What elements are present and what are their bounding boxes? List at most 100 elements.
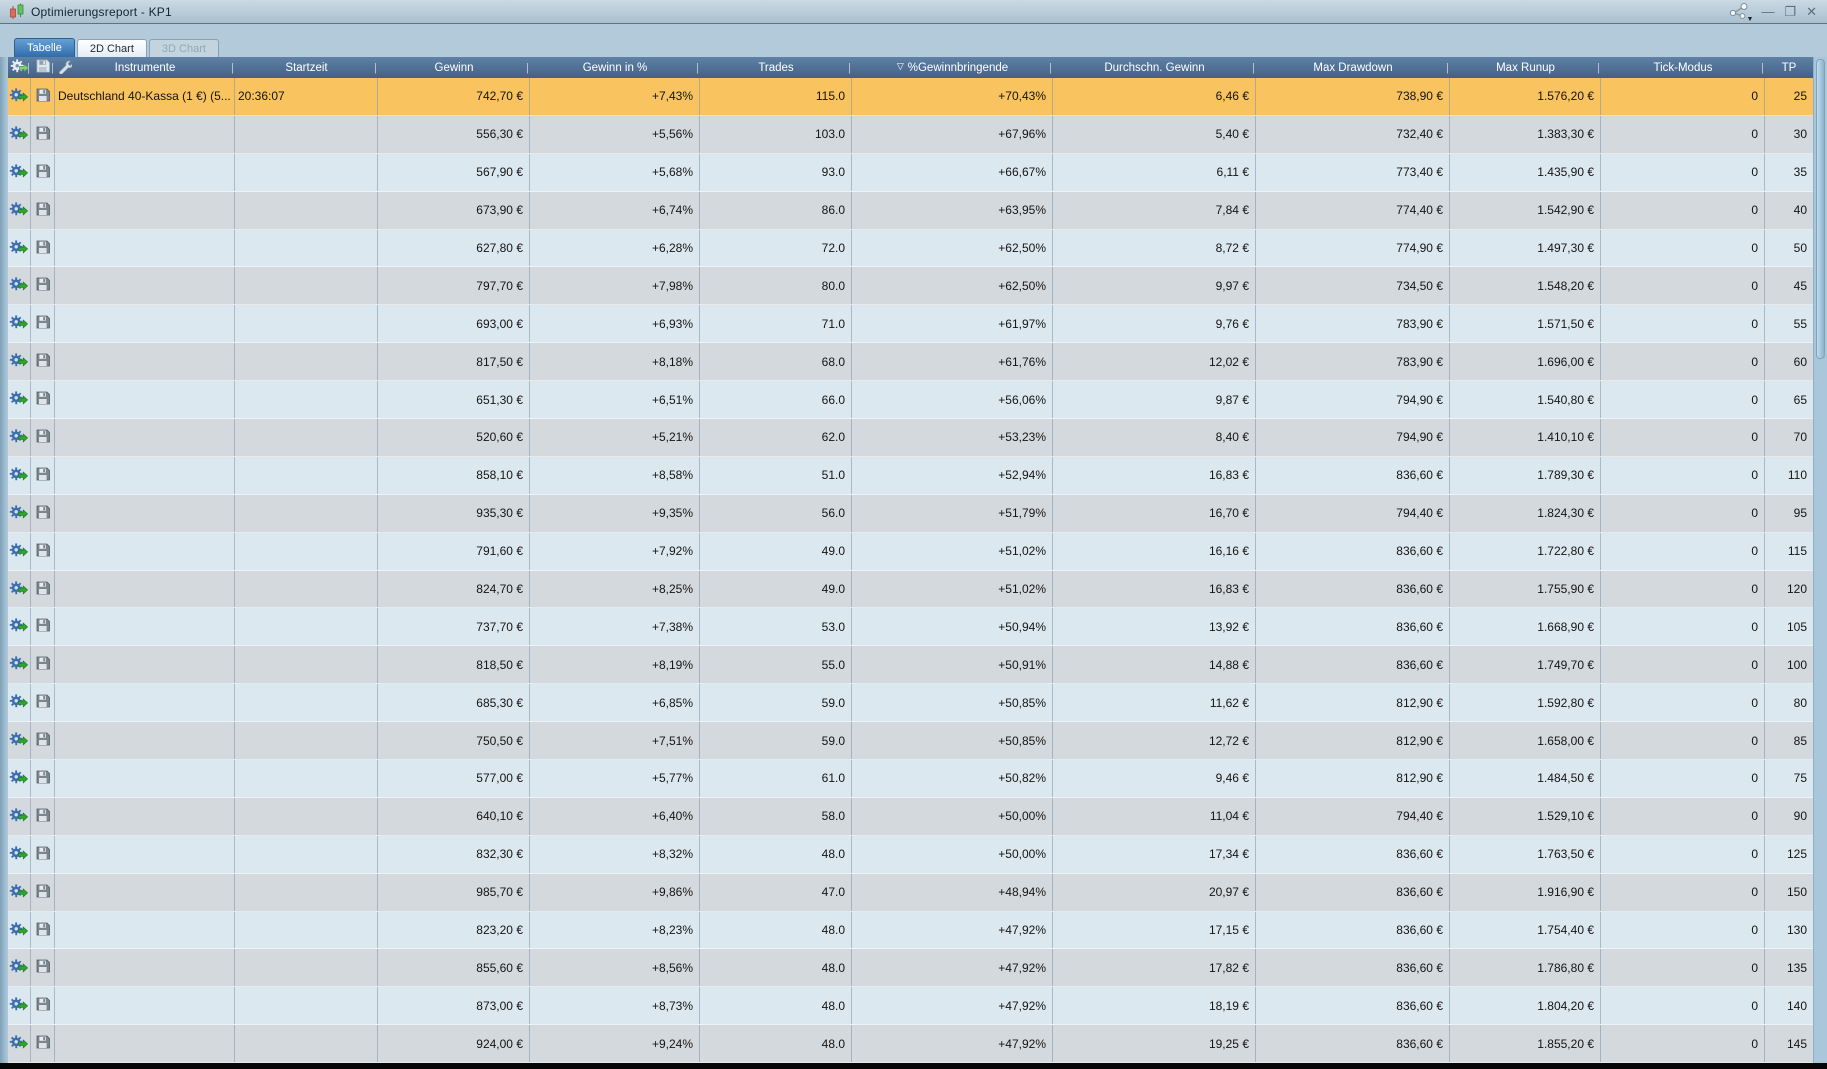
table-row[interactable]: 673,90 € +6,74% 86.0 +63,95% 7,84 €774,40 €1… [8, 191, 1813, 230]
table-row[interactable]: 651,30 € +6,51% 66.0 +56,06% 9,87 €794,90 €1… [8, 381, 1813, 420]
row-run-button[interactable] [8, 78, 31, 115]
row-run-button[interactable] [8, 722, 31, 760]
row-run-button[interactable] [8, 305, 31, 343]
row-run-button[interactable] [8, 153, 31, 191]
tab-tabelle[interactable]: Tabelle [14, 38, 75, 57]
table-row[interactable]: 797,70 € +7,98% 80.0 +62,50% 9,97 €734,50 €1… [8, 267, 1813, 306]
row-save-button[interactable] [31, 267, 55, 305]
column-header-trades[interactable]: Trades | [700, 57, 852, 78]
row-run-button[interactable] [8, 267, 31, 305]
table-row[interactable]: 823,20 € +8,23% 48.0 +47,92% 17,15 €836,60 €… [8, 911, 1813, 950]
table-row[interactable]: Deutschland 40-Kassa (1 €) (5... 20:36:07… [8, 78, 1813, 116]
tab-3d-chart[interactable]: 3D Chart [148, 39, 219, 57]
table-row[interactable]: 924,00 € +9,24% 48.0 +47,92% 19,25 €836,60 €… [8, 1025, 1813, 1064]
scrollbar-thumb[interactable] [1816, 59, 1825, 359]
row-run-button[interactable] [8, 419, 31, 456]
row-save-button[interactable] [31, 684, 55, 722]
row-run-button[interactable] [8, 456, 31, 494]
table-row[interactable]: 791,60 € +7,92% 49.0 +51,02% 16,16 €836,60 €… [8, 532, 1813, 571]
table-row[interactable]: 737,70 € +7,38% 53.0 +50,94% 13,92 €836,60 €… [8, 608, 1813, 647]
row-run-button[interactable] [8, 797, 31, 835]
row-save-button[interactable] [31, 381, 55, 419]
gear-run-button[interactable]: | [8, 57, 31, 78]
column-header-durchschn_gewinn[interactable]: Durchschn. Gewinn | [1053, 57, 1256, 78]
row-save-button[interactable] [31, 115, 55, 153]
column-header-gewinn[interactable]: Gewinn | [378, 57, 530, 78]
row-save-button[interactable] [31, 987, 55, 1025]
row-save-button[interactable] [31, 191, 55, 229]
row-save-button[interactable] [31, 494, 55, 532]
row-save-button[interactable] [31, 873, 55, 911]
row-save-button[interactable] [31, 911, 55, 949]
row-run-button[interactable] [8, 608, 31, 646]
table-row[interactable]: 640,10 € +6,40% 58.0 +50,00% 11,04 €794,40 €… [8, 797, 1813, 836]
row-save-button[interactable] [31, 608, 55, 646]
title-bar[interactable]: Optimierungsreport - KP1 ▼ — ❐ ✕ [0, 0, 1827, 24]
row-run-button[interactable] [8, 1025, 31, 1063]
row-save-button[interactable] [31, 949, 55, 987]
row-run-button[interactable] [8, 115, 31, 153]
row-save-button[interactable] [31, 419, 55, 456]
table-row[interactable]: 567,90 € +5,68% 93.0 +66,67% 6,11 €773,40 €1… [8, 153, 1813, 192]
table-row[interactable]: 873,00 € +8,73% 48.0 +47,92% 18,19 €836,60 €… [8, 987, 1813, 1026]
row-save-button[interactable] [31, 305, 55, 343]
minimize-button[interactable]: — [1761, 5, 1774, 18]
table-row[interactable]: 577,00 € +5,77% 61.0 +50,82% 9,46 €812,90 €1… [8, 760, 1813, 798]
row-save-button[interactable] [31, 532, 55, 570]
table-row[interactable]: 824,70 € +8,25% 49.0 +51,02% 16,83 €836,60 €… [8, 570, 1813, 609]
row-run-button[interactable] [8, 873, 31, 911]
close-button[interactable]: ✕ [1806, 5, 1817, 18]
row-save-button[interactable] [31, 797, 55, 835]
row-run-button[interactable] [8, 494, 31, 532]
row-save-button[interactable] [31, 153, 55, 191]
row-save-button[interactable] [31, 456, 55, 494]
row-save-button[interactable] [31, 78, 55, 115]
table-row[interactable]: 858,10 € +8,58% 51.0 +52,94% 16,83 €836,60 €… [8, 456, 1813, 495]
row-run-button[interactable] [8, 684, 31, 722]
row-run-button[interactable] [8, 949, 31, 987]
tab-2d-chart[interactable]: 2D Chart [76, 39, 147, 57]
row-save-button[interactable] [31, 1025, 55, 1063]
table-row[interactable]: 627,80 € +6,28% 72.0 +62,50% 8,72 €774,90 €1… [8, 229, 1813, 268]
row-run-button[interactable] [8, 381, 31, 419]
row-run-button[interactable] [8, 191, 31, 229]
column-header-max_runup[interactable]: Max Runup | [1450, 57, 1601, 78]
table-row[interactable]: 685,30 € +6,85% 59.0 +50,85% 11,62 €812,90 €… [8, 684, 1813, 723]
row-run-button[interactable] [8, 760, 31, 797]
column-header-startzeit[interactable]: Startzeit | [235, 57, 378, 78]
table-row[interactable]: 818,50 € +8,19% 55.0 +50,91% 14,88 €836,60 €… [8, 646, 1813, 685]
table-row[interactable]: 556,30 € +5,56% 103.0 +67,96% 5,40 €732,40 €… [8, 115, 1813, 154]
table-row[interactable]: 520,60 € +5,21% 62.0 +53,23% 8,40 €794,90 €1… [8, 419, 1813, 457]
save-button[interactable]: | [31, 57, 55, 78]
row-save-button[interactable] [31, 229, 55, 267]
row-save-button[interactable] [31, 343, 55, 381]
table-row[interactable]: 750,50 € +7,51% 59.0 +50,85% 12,72 €812,90 €… [8, 722, 1813, 761]
table-row[interactable]: 693,00 € +6,93% 71.0 +61,97% 9,76 €783,90 €1… [8, 305, 1813, 344]
table-row[interactable]: 832,30 € +8,32% 48.0 +50,00% 17,34 €836,60 €… [8, 835, 1813, 874]
row-run-button[interactable] [8, 646, 31, 684]
table-row[interactable]: 817,50 € +8,18% 68.0 +61,76% 12,02 €783,90 €… [8, 343, 1813, 382]
row-run-button[interactable] [8, 229, 31, 267]
row-run-button[interactable] [8, 987, 31, 1025]
row-run-button[interactable] [8, 835, 31, 873]
share-link-button[interactable]: ▼ [1727, 2, 1753, 23]
column-header-gewinnbringende_pct[interactable]: ▽ %Gewinnbringende | [852, 57, 1053, 78]
column-header-max_drawdown[interactable]: Max Drawdown | [1256, 57, 1450, 78]
row-run-button[interactable] [8, 343, 31, 381]
column-header-gewinn_in_pct[interactable]: Gewinn in % | [530, 57, 700, 78]
table-row[interactable]: 855,60 € +8,56% 48.0 +47,92% 17,82 €836,60 €… [8, 949, 1813, 988]
row-save-button[interactable] [31, 835, 55, 873]
table-row[interactable]: 985,70 € +9,86% 47.0 +48,94% 20,97 €836,60 €… [8, 873, 1813, 912]
table-row[interactable]: 935,30 € +9,35% 56.0 +51,79% 16,70 €794,40 €… [8, 494, 1813, 533]
row-save-button[interactable] [31, 570, 55, 608]
row-run-button[interactable] [8, 570, 31, 608]
maximize-button[interactable]: ❐ [1784, 5, 1796, 18]
column-header-instrument[interactable]: Instrumente | [55, 57, 235, 78]
column-header-tick_modus[interactable]: Tick-Modus | [1601, 57, 1765, 78]
row-save-button[interactable] [31, 760, 55, 797]
column-header-tp[interactable]: TP [1765, 57, 1813, 78]
row-save-button[interactable] [31, 646, 55, 684]
vertical-scrollbar[interactable] [1813, 57, 1827, 1063]
row-run-button[interactable] [8, 911, 31, 949]
row-save-button[interactable] [31, 722, 55, 760]
